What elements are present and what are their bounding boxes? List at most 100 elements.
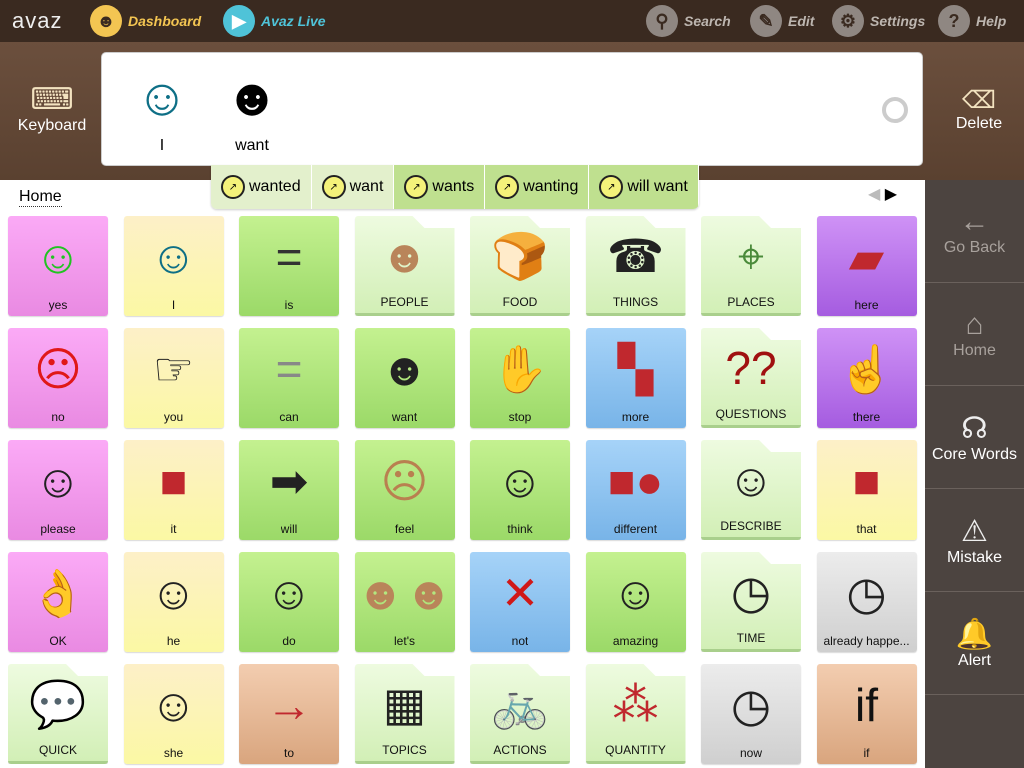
tense-bar: ↗ wanted ↗ want ↗ wants ↗ wanting ↗ will want <box>211 165 699 209</box>
nav-go-back[interactable]: ← Go Back <box>925 180 1024 283</box>
backspace-icon: ⌫ <box>962 87 996 114</box>
word-tile[interactable]: ☺ I <box>123 216 224 316</box>
word-tile[interactable]: ☻☻ let's <box>354 552 455 652</box>
tile-label: there <box>852 410 881 424</box>
word-tile[interactable]: ☞ you <box>123 328 224 428</box>
clock-icon: ↗ <box>321 175 346 199</box>
nav-icon: ⚠ <box>961 514 988 548</box>
word-tile[interactable]: ☺ please <box>8 440 108 540</box>
tile-label: THINGS <box>612 295 659 309</box>
tile-label: is <box>284 298 294 312</box>
word-tile[interactable]: ◷ now <box>701 664 801 764</box>
nav-icon: ⌂ <box>965 308 984 341</box>
tile-label: QUESTIONS <box>715 407 787 421</box>
folder-tile[interactable]: 🍞 FOOD <box>470 216 570 316</box>
word-tile[interactable]: ➡ will <box>239 440 339 540</box>
word-tile[interactable]: = can <box>239 328 339 428</box>
folder-tile[interactable]: ⌖ PLACES <box>701 216 801 316</box>
folder-tile[interactable]: ⁂ QUANTITY <box>585 664 686 764</box>
folder-tile[interactable]: ▦ TOPICS <box>354 664 455 764</box>
symbol-icon: ☝ <box>837 343 896 395</box>
symbol-icon: ☺ <box>150 231 197 283</box>
gear-icon: ⚙ <box>832 5 864 37</box>
help-button[interactable]: ? Help <box>938 4 1006 38</box>
tense-option[interactable]: ↗ wanting <box>485 165 590 209</box>
symbol-icon: ■ <box>159 455 188 507</box>
tile-label: amazing <box>612 634 659 648</box>
word-tile[interactable]: ▚ more <box>585 328 686 428</box>
word-tile[interactable]: ✋ stop <box>470 328 570 428</box>
word-tile[interactable]: ☹ no <box>8 328 108 428</box>
symbol-icon: ◷ <box>846 567 887 619</box>
word-tile[interactable]: ☺ he <box>123 552 224 652</box>
tile-label: you <box>163 410 184 424</box>
symbol-icon: → <box>266 679 312 731</box>
nav-icon: ☊ <box>961 411 988 445</box>
symbol-icon: 🚲 <box>491 677 549 730</box>
tile-label: let's <box>394 634 415 648</box>
word-tile[interactable]: if if <box>816 664 917 764</box>
speak-button[interactable] <box>882 97 908 123</box>
word-tile[interactable]: ■● different <box>585 440 686 540</box>
tense-option[interactable]: ↗ will want <box>589 165 699 209</box>
symbol-icon: ☺ <box>727 453 775 506</box>
edit-button[interactable]: ✎ Edit <box>750 4 814 38</box>
tile-label: stop <box>508 410 532 424</box>
word-tile[interactable]: → to <box>239 664 339 764</box>
word-tile[interactable]: ■ that <box>816 440 917 540</box>
word-tile[interactable]: = is <box>239 216 339 316</box>
folder-tile[interactable]: ☺ DESCRIBE <box>701 440 801 540</box>
dashboard-button[interactable]: ☻ Dashboard <box>90 4 201 38</box>
message-word[interactable]: ☻ want <box>212 59 292 155</box>
word-tile[interactable]: ☺ yes <box>8 216 108 316</box>
folder-tile[interactable]: 💬 QUICK <box>8 664 108 764</box>
search-button[interactable]: ⚲ Search <box>646 4 731 38</box>
tense-option[interactable]: ↗ wanted <box>211 165 312 209</box>
word-tile[interactable]: 👌 OK <box>8 552 108 652</box>
word-tile[interactable]: ☺ think <box>470 440 570 540</box>
message-window[interactable]: ☺ I ☻ want <box>101 52 923 166</box>
folder-tile[interactable]: 🚲 ACTIONS <box>470 664 570 764</box>
word-tile[interactable]: ☝ there <box>816 328 917 428</box>
tense-option[interactable]: ↗ wants <box>394 165 486 209</box>
folder-tile[interactable]: ☎ THINGS <box>585 216 686 316</box>
symbol-icon: ■ <box>852 455 881 507</box>
folder-tile[interactable]: ☻ PEOPLE <box>354 216 455 316</box>
next-page-button[interactable]: ▶ <box>885 186 897 203</box>
tile-label: no <box>51 410 65 424</box>
word-tile[interactable]: ☺ she <box>123 664 224 764</box>
video-icon: ▶ <box>223 5 255 37</box>
tile-label: TOPICS <box>382 743 427 757</box>
symbol-icon: ☺ <box>150 567 197 619</box>
settings-button[interactable]: ⚙ Settings <box>832 4 925 38</box>
nav-mistake[interactable]: ⚠ Mistake <box>925 489 1024 592</box>
word-tile[interactable]: ☺ amazing <box>585 552 686 652</box>
symbol-icon: ▚ <box>617 343 654 395</box>
word-tile[interactable]: ✕ not <box>470 552 570 652</box>
help-icon: ? <box>938 5 970 37</box>
folder-tile[interactable]: ◷ TIME <box>701 552 801 652</box>
word-tile[interactable]: ▰ here <box>816 216 917 316</box>
tile-label: she <box>163 746 184 760</box>
word-tile[interactable]: ☺ do <box>239 552 339 652</box>
word-tile[interactable]: ■ it <box>123 440 224 540</box>
delete-button[interactable]: ⌫ Delete <box>940 86 1018 133</box>
nav-core-words[interactable]: ☊ Core Words <box>925 386 1024 489</box>
tense-option[interactable]: ↗ want <box>311 165 395 209</box>
message-word[interactable]: ☺ I <box>122 59 202 155</box>
symbol-icon: ☎ <box>606 229 665 282</box>
word-tile[interactable]: ☻ want <box>354 328 455 428</box>
tile-label: OK <box>49 634 67 648</box>
folder-tile[interactable]: ?? QUESTIONS <box>701 328 801 428</box>
nav-home[interactable]: ⌂ Home <box>925 283 1024 386</box>
breadcrumb[interactable]: Home <box>19 188 62 207</box>
prev-page-button[interactable]: ◀ <box>868 186 880 203</box>
word-tile[interactable]: ◷ already happe... <box>816 552 917 652</box>
word-tile[interactable]: ☹ feel <box>354 440 455 540</box>
avaz-live-button[interactable]: ▶ Avaz Live <box>223 4 326 38</box>
symbol-icon: ☺ <box>265 567 313 619</box>
keyboard-button[interactable]: ⌨ Keyboard <box>12 82 92 135</box>
top-bar: avaz ☻ Dashboard ▶ Avaz Live ⚲ Search ✎ Edit… <box>0 0 1024 42</box>
nav-alert[interactable]: 🔔 Alert <box>925 592 1024 695</box>
symbol-icon: if <box>855 679 878 731</box>
